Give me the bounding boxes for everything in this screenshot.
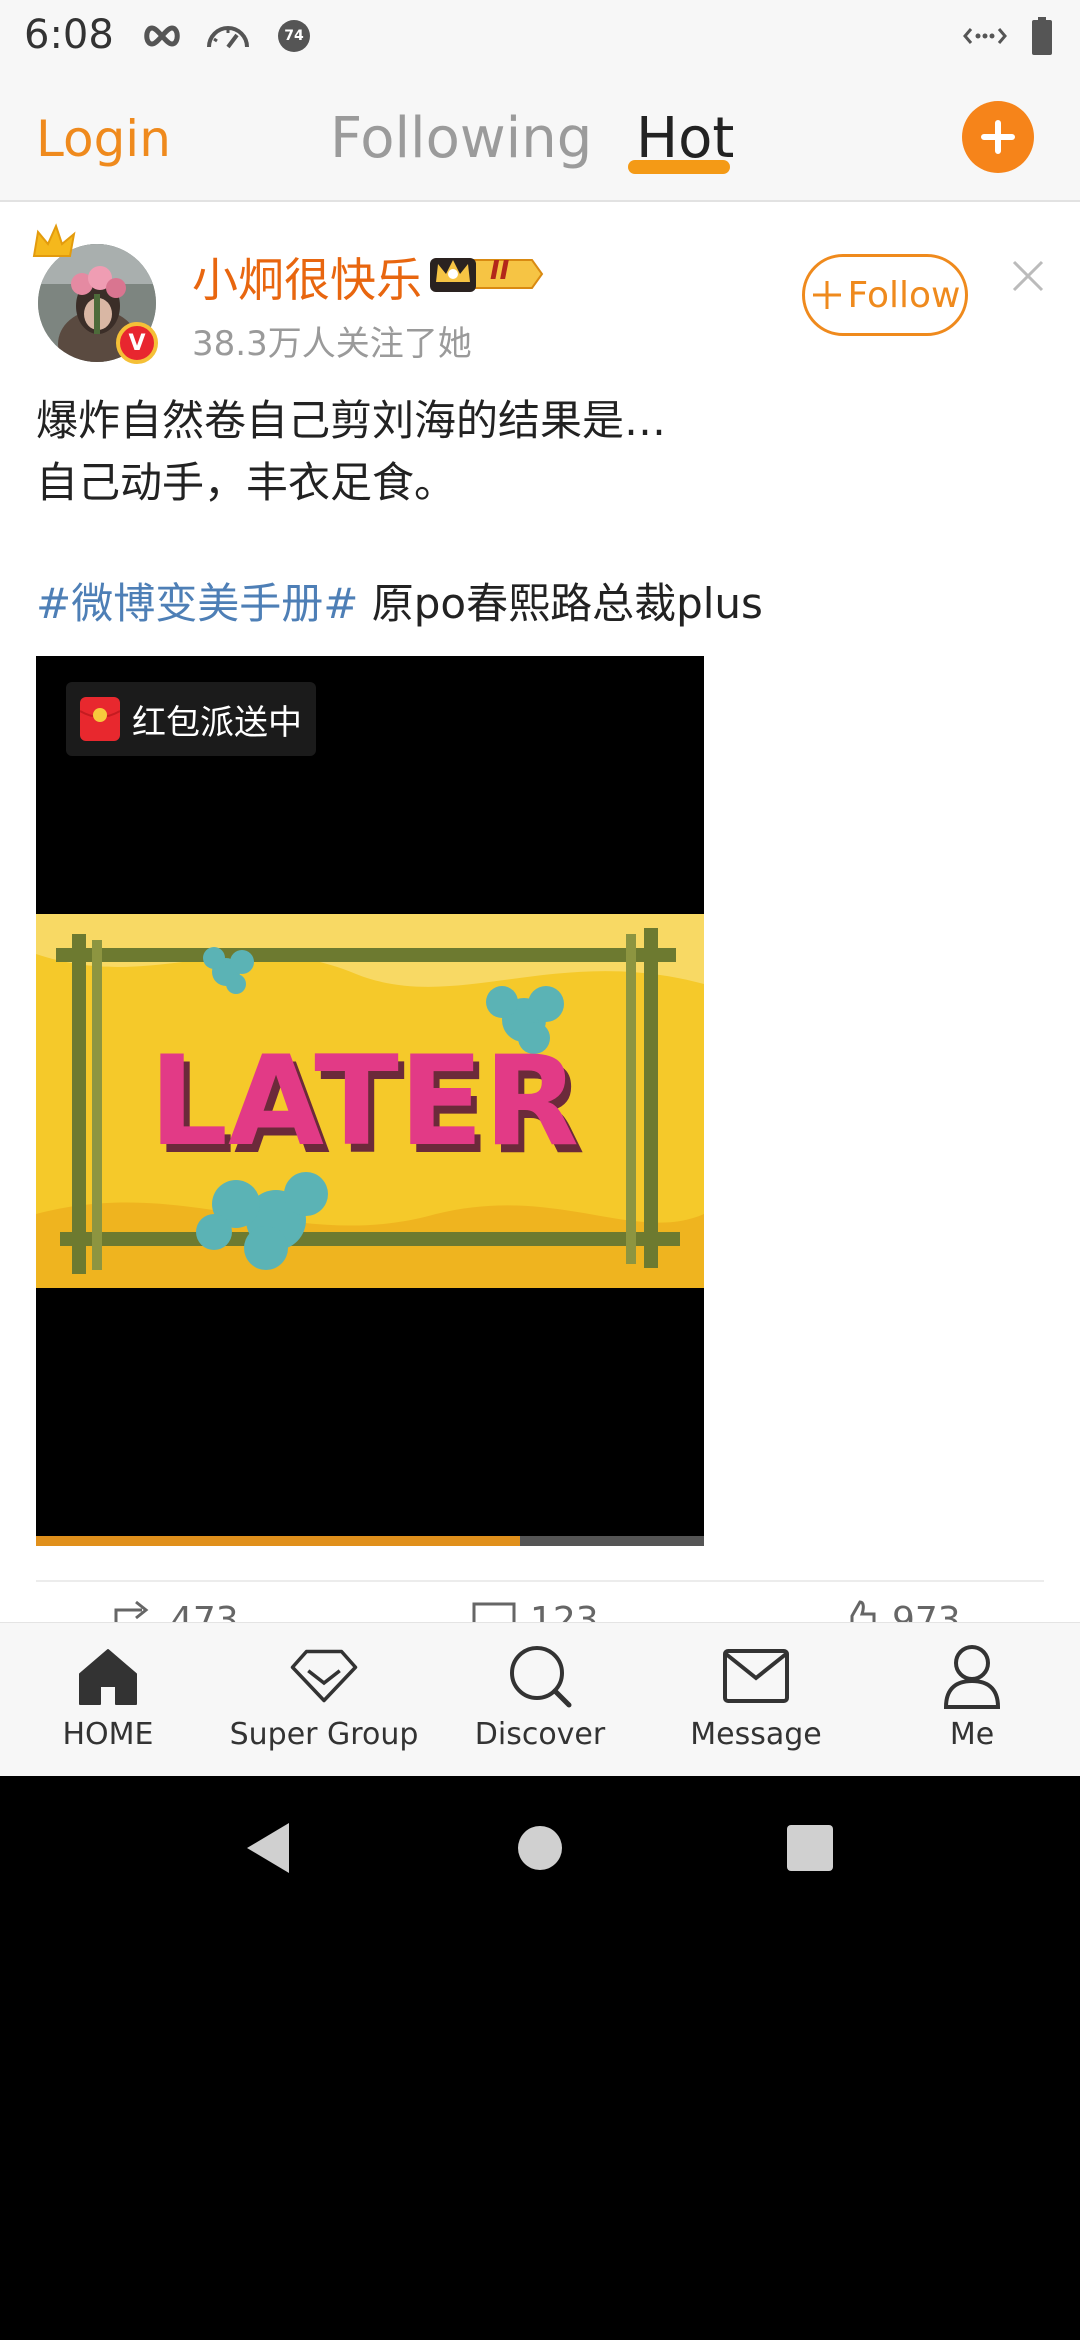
tab-message-label: Message bbox=[690, 1717, 822, 1752]
frame-title: LATER bbox=[149, 1030, 579, 1174]
app-screen: 6:08 74 Login Following Hot V 小炯很快乐 II 3… bbox=[0, 0, 1080, 1776]
red-packet-icon bbox=[80, 697, 120, 741]
tab-message[interactable]: Message bbox=[656, 1641, 856, 1752]
author-avatar[interactable]: V bbox=[32, 223, 158, 364]
follow-button[interactable]: Follow bbox=[802, 254, 968, 336]
plus-icon bbox=[981, 120, 1015, 154]
system-back-button[interactable] bbox=[228, 1808, 308, 1888]
tab-super-group-label: Super Group bbox=[229, 1717, 419, 1752]
author-name[interactable]: 小炯很快乐 bbox=[192, 244, 422, 310]
like-icon bbox=[850, 1600, 876, 1622]
notification-badge-count: 74 bbox=[284, 28, 304, 44]
red-packet-label: 红包派送中 bbox=[132, 702, 302, 743]
post-text-line: 自己动手，丰衣足食。 bbox=[36, 458, 457, 507]
post-text-tail: 原po春熙路总裁plus bbox=[358, 579, 763, 628]
infinity-icon bbox=[140, 16, 184, 56]
video-frame: LATER LATER bbox=[36, 914, 704, 1288]
home-icon bbox=[73, 1641, 143, 1711]
post-hashtag-line: #微博变美手册# 原po春熙路总裁plus bbox=[36, 570, 763, 631]
post-actions: 473 123 973 bbox=[0, 1600, 1080, 1622]
tab-following[interactable]: Following bbox=[330, 106, 592, 171]
notification-badge-icon: 74 bbox=[276, 16, 312, 56]
comment-button[interactable]: 123 bbox=[472, 1600, 599, 1622]
speedometer-icon bbox=[204, 16, 252, 56]
system-home-button[interactable] bbox=[500, 1808, 580, 1888]
tab-home-label: HOME bbox=[62, 1717, 154, 1752]
bottom-tab-bar: HOME Super Group Discover Message Me bbox=[0, 1622, 1080, 1776]
top-navigation: Login Following Hot bbox=[0, 72, 1080, 202]
system-navigation-bar bbox=[0, 1776, 1080, 1916]
video-progress-bar[interactable] bbox=[36, 1536, 704, 1546]
home-circle-icon bbox=[518, 1826, 562, 1870]
repost-count: 473 bbox=[170, 1600, 239, 1622]
tab-super-group[interactable]: Super Group bbox=[224, 1641, 424, 1752]
hashtag-link[interactable]: #微博变美手册# bbox=[36, 579, 358, 628]
dismiss-post-button[interactable] bbox=[1010, 258, 1046, 294]
login-link[interactable]: Login bbox=[36, 110, 171, 168]
tab-discover[interactable]: Discover bbox=[440, 1641, 640, 1752]
like-button[interactable]: 973 bbox=[838, 1600, 961, 1622]
close-icon bbox=[1012, 260, 1044, 292]
video-progress-fill bbox=[36, 1536, 521, 1546]
recents-square-icon bbox=[787, 1825, 833, 1871]
repost-icon bbox=[114, 1600, 149, 1622]
data-sync-icon bbox=[962, 16, 1008, 56]
post-divider bbox=[36, 1580, 1044, 1582]
discover-icon bbox=[505, 1641, 575, 1711]
vip-badge: II bbox=[428, 252, 546, 300]
me-icon bbox=[937, 1641, 1007, 1711]
verified-badge: V bbox=[116, 322, 158, 364]
comment-count: 123 bbox=[530, 1600, 599, 1622]
active-tab-indicator bbox=[628, 160, 730, 174]
battery-icon bbox=[1030, 16, 1054, 56]
repost-button[interactable]: 473 bbox=[112, 1600, 239, 1622]
post-text-line: 爆炸自然卷自己剪刘海的结果是… bbox=[36, 396, 667, 445]
post-body: 爆炸自然卷自己剪刘海的结果是… 自己动手，丰衣足食。 bbox=[36, 390, 1046, 514]
tab-me[interactable]: Me bbox=[872, 1641, 1072, 1752]
vip-level: II bbox=[490, 256, 510, 286]
tab-discover-label: Discover bbox=[474, 1717, 606, 1752]
message-icon bbox=[721, 1641, 791, 1711]
crown-icon bbox=[32, 223, 76, 257]
red-packet-badge[interactable]: 红包派送中 bbox=[66, 682, 316, 756]
status-time: 6:08 bbox=[24, 12, 114, 58]
like-count: 973 bbox=[892, 1600, 961, 1622]
plus-icon bbox=[812, 281, 841, 309]
system-recents-button[interactable] bbox=[770, 1808, 850, 1888]
comment-icon bbox=[472, 1602, 516, 1622]
video-player[interactable]: LATER LATER 红包派送中 bbox=[36, 656, 704, 1546]
tab-home[interactable]: HOME bbox=[8, 1641, 208, 1752]
follower-count: 38.3万人关注了她 bbox=[192, 324, 472, 364]
back-triangle-icon bbox=[247, 1823, 289, 1873]
super-group-icon bbox=[289, 1641, 359, 1711]
tab-me-label: Me bbox=[949, 1717, 995, 1752]
follow-label: Follow bbox=[847, 274, 961, 316]
compose-button[interactable] bbox=[962, 101, 1034, 173]
status-bar: 6:08 74 bbox=[0, 0, 1080, 72]
